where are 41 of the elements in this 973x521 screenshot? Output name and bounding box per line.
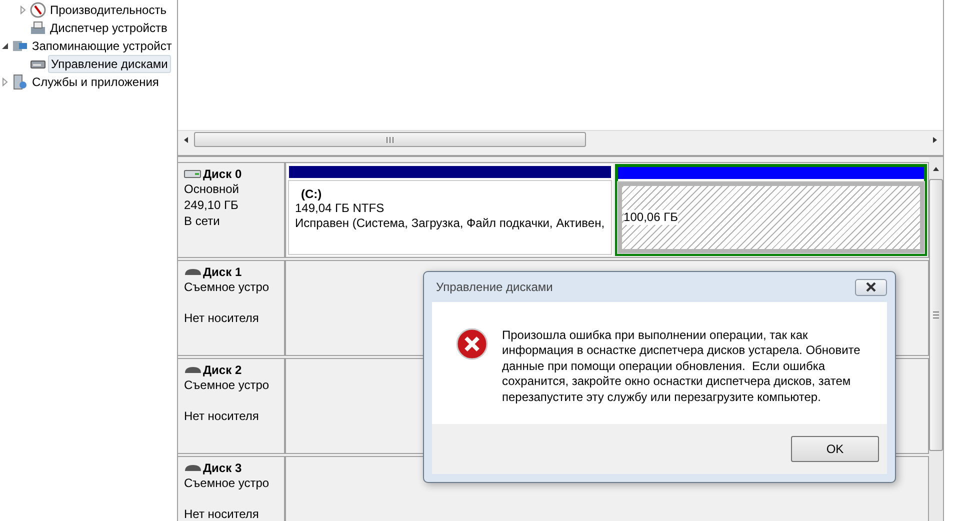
expanded-arrow-icon[interactable] xyxy=(0,41,10,51)
partition-info: 149,04 ГБ NTFS xyxy=(295,201,386,216)
grip-icon xyxy=(933,311,939,319)
scroll-right-icon[interactable] xyxy=(931,136,939,144)
dialog-title: Управление дисками xyxy=(435,280,553,294)
partition-info: 100,06 ГБ xyxy=(624,210,678,225)
services-icon xyxy=(12,74,28,90)
disk-name: Диск 2 xyxy=(203,363,242,377)
storage-icon xyxy=(12,38,28,54)
close-button[interactable] xyxy=(855,278,887,296)
partition-info: Исправен (Система, Загрузка, Файл подкачки, Активен, xyxy=(295,216,605,231)
disk-info: В сети xyxy=(184,214,221,229)
close-icon xyxy=(865,282,877,292)
disk-name: Диск 0 xyxy=(203,167,242,181)
scroll-left-icon[interactable] xyxy=(182,136,190,144)
disk-info: Основной xyxy=(184,182,240,197)
disk-info: Съемное устро xyxy=(184,280,270,295)
tree-item[interactable]: Производительность xyxy=(48,2,168,18)
error-icon xyxy=(456,328,488,360)
collapsed-arrow-icon[interactable] xyxy=(0,77,10,87)
tree-item[interactable]: Диспетчер устройств xyxy=(48,20,170,36)
grip-icon xyxy=(386,136,394,142)
tree-item[interactable]: Запоминающие устройст xyxy=(30,38,174,54)
collapsed-arrow-icon[interactable] xyxy=(18,5,28,15)
disk-info: Съемное устро xyxy=(184,476,270,491)
partition-title: (C:) xyxy=(300,187,323,201)
tree-item[interactable]: Управление дисками xyxy=(48,55,171,73)
disk-info: 249,10 ГБ xyxy=(184,198,240,213)
ok-button[interactable]: OK xyxy=(791,436,879,462)
disk-info: Нет носителя xyxy=(184,409,260,424)
disk-name: Диск 1 xyxy=(203,265,242,279)
disk-name: Диск 3 xyxy=(203,461,242,475)
disk-info: Съемное устро xyxy=(184,378,270,393)
error-message: Произошла ошибка при выполнении операции, так как информация в оснастке диспетчера дисков устарела. Обновите данные при помощи операции обновления. Если ошибка сохранится, закройте окно оснастки диспетчера дисков, затем перезапустите эту службу или перезагрузите компьютер. xyxy=(502,328,862,406)
partition[interactable]: (C:) 149,04 ГБ NTFS Исправен (Система, Загрузка, Файл подкачки, Активен, xyxy=(287,164,613,256)
partition[interactable]: 100,06 ГБ xyxy=(614,164,927,256)
disk-info: Нет носителя xyxy=(184,507,260,521)
scroll-up-icon[interactable] xyxy=(932,165,940,173)
disk-info: Нет носителя xyxy=(184,311,260,326)
tree-item[interactable]: Службы и приложения xyxy=(30,74,161,90)
printer-icon xyxy=(30,20,46,36)
